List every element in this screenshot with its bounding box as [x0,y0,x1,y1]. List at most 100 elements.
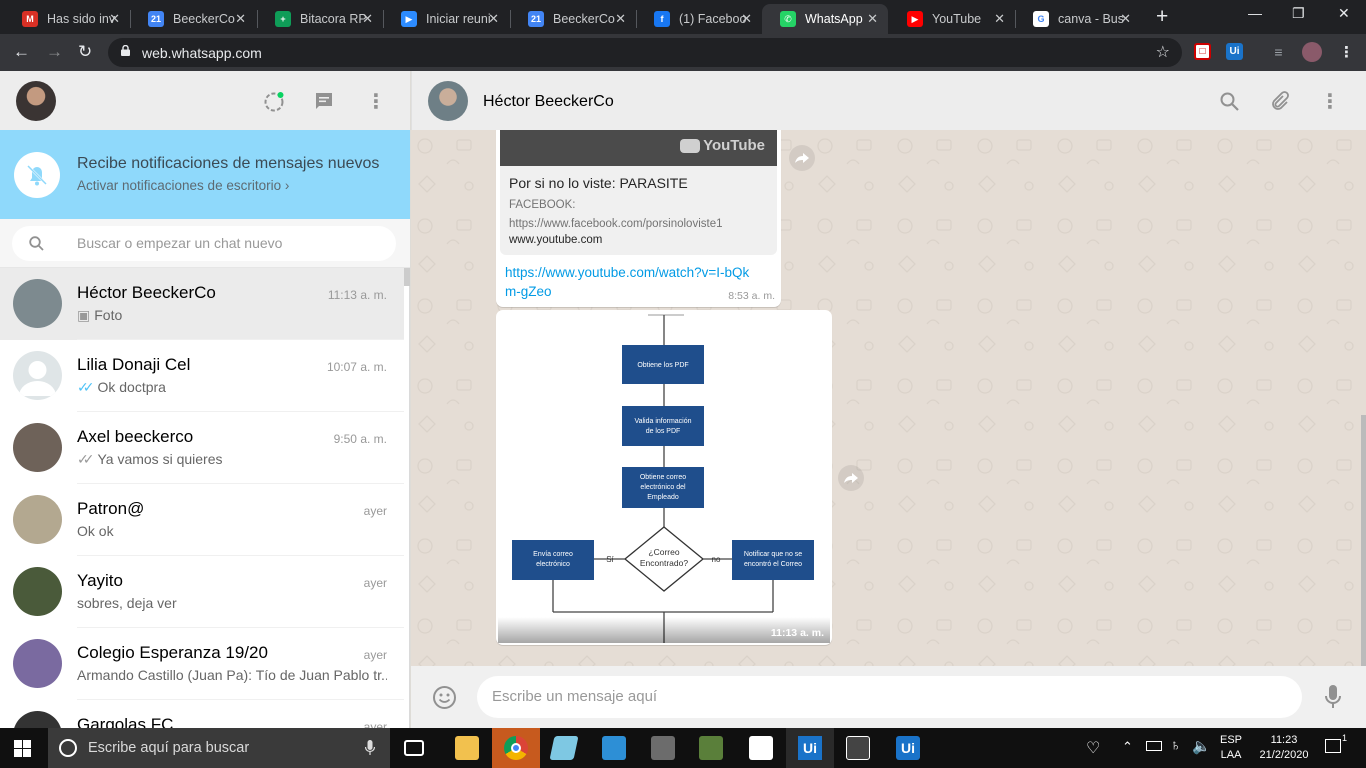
scrollbar[interactable] [404,268,410,286]
app-icon[interactable] [549,736,579,760]
close-tab-icon[interactable]: ✕ [109,11,120,27]
language-indicator[interactable]: ESP LAA [1220,733,1242,763]
chat-list-item[interactable]: Héctor BeeckerCo 11:13 a. m. ▣ Foto [0,268,404,340]
browser-tab[interactable]: ✆ WhatsApp ✕ [762,4,888,34]
close-tab-icon[interactable]: ✕ [488,11,499,27]
profile-avatar[interactable] [1302,42,1322,62]
omnibox[interactable]: web.whatsapp.com ☆ [108,38,1182,67]
search-placeholder: Buscar o empezar un chat nuevo [77,235,283,251]
windows-start-icon[interactable] [14,740,31,757]
message-link[interactable]: https://www.youtube.com/watch?v=I-bQkm-g… [505,263,760,301]
video-editor-icon[interactable] [749,736,773,760]
volume-icon[interactable]: 🔈 [1192,737,1211,755]
uipath-icon[interactable]: Ui [786,728,834,768]
close-tab-icon[interactable]: ✕ [867,11,878,27]
forward-button[interactable] [789,145,815,171]
microphone-icon[interactable] [365,740,375,756]
message-bubble-link[interactable]: YouTube Por si no lo viste: PARASITE FAC… [496,130,781,307]
chrome-taskbar-icon[interactable] [492,728,540,768]
reload-button[interactable]: ↻ [78,42,92,62]
chat-list-item[interactable]: Gargolas FC ayer [0,700,404,728]
maximize-button[interactable]: ❐ [1292,5,1305,22]
chat-list-item[interactable]: Yayito ayer sobres, deja ver [0,556,404,628]
search-icon[interactable] [1220,92,1239,111]
wifi-icon[interactable]: ♄ [1170,737,1181,754]
chrome-menu-icon[interactable]: ⋮ [1338,43,1355,61]
message-input[interactable]: Escribe un mensaje aquí [477,676,1302,718]
bookmark-star-icon[interactable]: ☆ [1156,42,1170,62]
video-thumbnail[interactable]: YouTube [500,130,777,166]
photos-icon[interactable] [846,736,870,760]
menu-icon[interactable]: ⋮ [1320,89,1340,114]
battery-icon[interactable] [1146,741,1162,751]
message-placeholder: Escribe un mensaje aquí [492,688,658,705]
back-button[interactable]: ← [13,42,30,62]
my-avatar[interactable] [16,81,56,121]
media-control-icon[interactable]: ≡ [1270,43,1287,60]
browser-tab[interactable]: ▶ Iniciar reuni ✕ [383,4,509,34]
clock[interactable]: 11:23 21/2/2020 [1256,733,1312,763]
chat-avatar [13,711,62,728]
scrollbar[interactable] [1361,415,1366,666]
svg-text:Empleado: Empleado [647,494,679,501]
task-view-icon[interactable] [404,740,424,756]
browser-tab[interactable]: + Bitacora RP ✕ [257,4,383,34]
app-icon[interactable] [602,736,626,760]
chat-list-item[interactable]: Lilia Donaji Cel 10:07 a. m. ✓✓ Ok doctpra [0,340,404,412]
svg-text:de los PDF: de los PDF [646,428,681,435]
close-tab-icon[interactable]: ✕ [994,11,1005,27]
conversation-header[interactable]: Héctor BeeckerCo ⋮ [411,71,1366,130]
svg-text:Valida información: Valida información [634,418,691,425]
browser-tab[interactable]: M Has sido inv ✕ [4,4,130,34]
browser-tab[interactable]: ▶ YouTube ✕ [889,4,1015,34]
close-window-button[interactable]: ✕ [1338,5,1350,22]
app-icon[interactable] [699,736,723,760]
extension-icon[interactable]: □ [1194,43,1211,60]
minimize-button[interactable]: — [1248,5,1262,21]
emoji-icon[interactable] [432,685,457,710]
app-icon[interactable] [651,736,675,760]
chat-list-item[interactable]: Colegio Esperanza 19/20 ayer Armando Casti… [0,628,404,700]
chat-name: Patron@ [77,499,145,518]
new-tab-button[interactable]: + [1156,5,1168,29]
forward-button[interactable]: → [46,42,63,62]
close-tab-icon[interactable]: ✕ [1120,11,1131,27]
link-preview-card[interactable]: Por si no lo viste: PARASITE FACEBOOK: h… [500,166,777,255]
close-tab-icon[interactable]: ✕ [741,11,752,27]
address-toolbar: ← → ↻ web.whatsapp.com ☆ □ Ui ≡ ⋮ [0,34,1366,71]
chat-name: Colegio Esperanza 19/20 [77,643,268,662]
uipath-icon[interactable]: Ui [896,736,920,760]
menu-icon[interactable]: ⋮ [366,89,386,114]
camera-icon: ▣ [77,307,91,323]
taskbar-search[interactable]: Escribe aquí para buscar [48,728,390,768]
people-icon[interactable]: ♡ [1086,738,1100,758]
chat-name: Héctor BeeckerCo [77,283,216,302]
notification-banner[interactable]: Recibe notificaciones de mensajes nuevos… [0,130,410,219]
chevron-up-icon[interactable]: ⌃ [1122,739,1133,755]
search-input[interactable]: Buscar o empezar un chat nuevo [12,226,396,261]
chat-list-item[interactable]: Patron@ ayer Ok ok [0,484,404,556]
attach-icon[interactable] [1270,91,1290,111]
chat-list-item[interactable]: Axel beeckerco 9:50 a. m. ✓✓ Ya vamos si qu… [0,412,404,484]
notification-center-icon[interactable]: 1 [1325,733,1347,753]
new-chat-icon[interactable] [314,92,334,111]
flowchart-image[interactable]: Obtiene los PDF Valida información de lo… [498,312,830,643]
message-bubble-image[interactable]: Obtiene los PDF Valida información de lo… [496,310,832,645]
chat-avatar [13,495,62,544]
browser-tab[interactable]: 21 BeeckerCo ✕ [510,4,636,34]
browser-tab[interactable]: 21 BeeckerCo ✕ [130,4,256,34]
uipath-extension-icon[interactable]: Ui [1226,43,1243,60]
zoom-icon: ▶ [401,11,417,27]
close-tab-icon[interactable]: ✕ [362,11,373,27]
close-tab-icon[interactable]: ✕ [235,11,246,27]
browser-tab[interactable]: Gcanva - Bus ✕ [1015,4,1141,34]
status-icon[interactable] [263,91,285,113]
microphone-icon[interactable] [1324,684,1342,710]
browser-tab[interactable]: f (1) Faceboo ✕ [636,4,762,34]
notification-action-link[interactable]: Activar notificaciones de escritorio › [77,178,289,193]
svg-text:Envía correo: Envía correo [533,551,573,558]
close-tab-icon[interactable]: ✕ [615,11,626,27]
forward-button[interactable] [838,465,864,491]
file-explorer-icon[interactable] [455,736,479,760]
contact-avatar[interactable] [428,81,468,121]
